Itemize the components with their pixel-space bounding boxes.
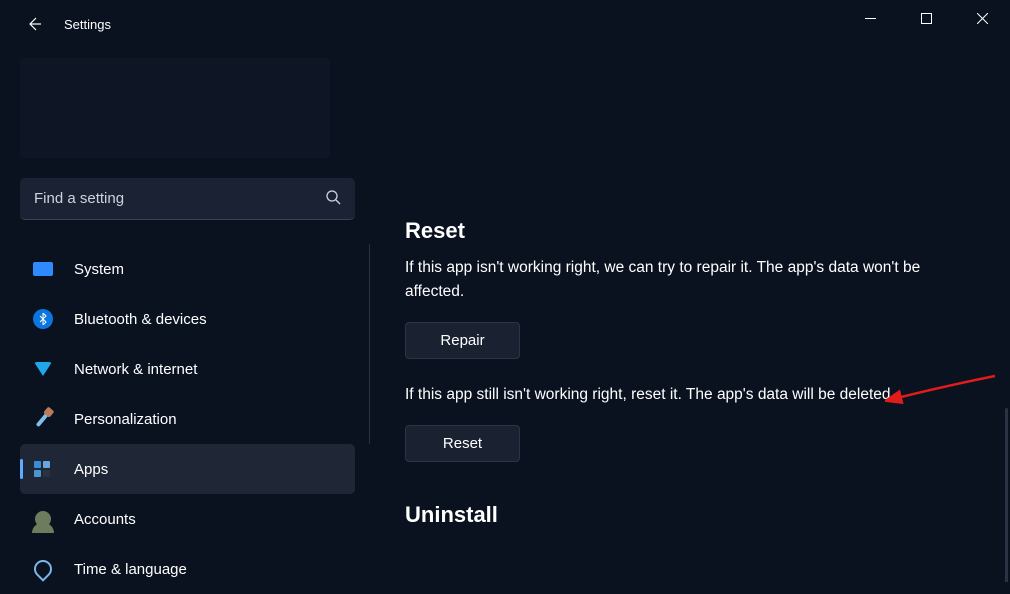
arrow-left-icon xyxy=(25,15,43,33)
sidebar-item-network[interactable]: Network & internet xyxy=(20,344,355,394)
sidebar-item-label: Accounts xyxy=(74,511,136,528)
globe-icon xyxy=(32,558,54,580)
sidebar-item-label: Personalization xyxy=(74,411,177,428)
repair-description: If this app isn't working right, we can … xyxy=(405,256,965,304)
sidebar-item-apps[interactable]: Apps xyxy=(20,444,355,494)
sidebar-item-system[interactable]: System xyxy=(20,244,355,294)
sidebar-item-personalization[interactable]: Personalization xyxy=(20,394,355,444)
maximize-button[interactable] xyxy=(898,0,954,36)
sidebar-item-label: System xyxy=(74,261,124,278)
sidebar: System Bluetooth & devices Network & int… xyxy=(0,48,355,582)
main-content: Reset If this app isn't working right, w… xyxy=(355,48,1010,582)
sidebar-item-accounts[interactable]: Accounts xyxy=(20,494,355,544)
search-input[interactable] xyxy=(34,190,325,207)
minimize-icon xyxy=(865,13,876,24)
reset-button[interactable]: Reset xyxy=(405,425,520,462)
search-icon xyxy=(325,189,341,208)
sidebar-item-label: Time & language xyxy=(74,561,187,578)
repair-button[interactable]: Repair xyxy=(405,322,520,359)
uninstall-heading: Uninstall xyxy=(405,502,980,528)
nav-list: System Bluetooth & devices Network & int… xyxy=(20,244,355,594)
bluetooth-icon xyxy=(32,308,54,330)
profile-card xyxy=(20,58,330,158)
maximize-icon xyxy=(921,13,932,24)
close-icon xyxy=(977,13,988,24)
scrollbar[interactable] xyxy=(1005,408,1008,582)
reset-description: If this app still isn't working right, r… xyxy=(405,383,965,407)
back-button[interactable] xyxy=(18,8,50,40)
sidebar-item-label: Apps xyxy=(74,461,108,478)
window-title: Settings xyxy=(64,17,111,32)
apps-icon xyxy=(32,458,54,480)
brush-icon xyxy=(32,408,54,430)
close-button[interactable] xyxy=(954,0,1010,36)
search-box[interactable] xyxy=(20,178,355,220)
sidebar-item-bluetooth[interactable]: Bluetooth & devices xyxy=(20,294,355,344)
minimize-button[interactable] xyxy=(842,0,898,36)
system-icon xyxy=(32,258,54,280)
person-icon xyxy=(32,508,54,530)
sidebar-item-label: Network & internet xyxy=(74,361,197,378)
window-controls xyxy=(842,0,1010,36)
sidebar-item-time-language[interactable]: Time & language xyxy=(20,544,355,594)
reset-heading: Reset xyxy=(405,218,980,244)
wifi-icon xyxy=(32,358,54,380)
sidebar-item-label: Bluetooth & devices xyxy=(74,311,207,328)
